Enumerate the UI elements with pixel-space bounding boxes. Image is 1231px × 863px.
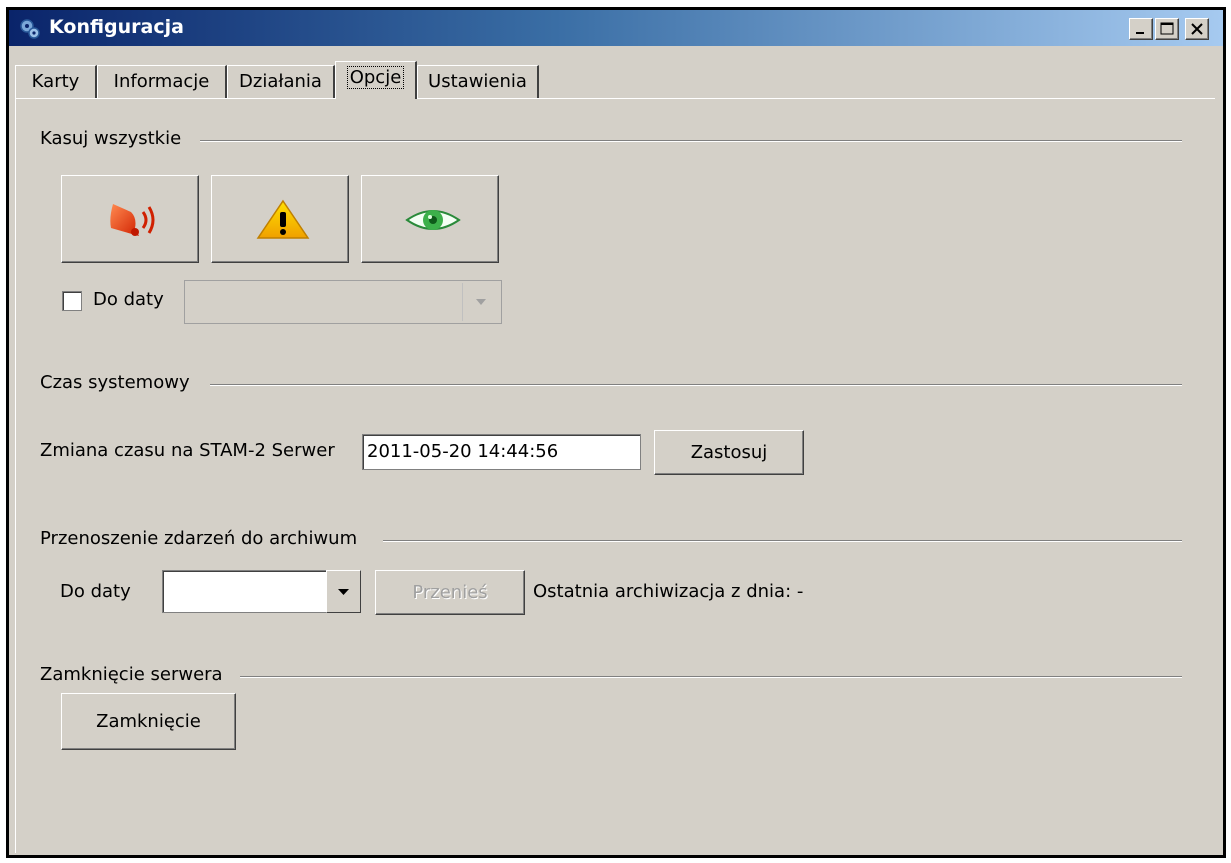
server-time-input[interactable]: 2011-05-20 14:44:56 [362,434,641,470]
change-time-label: Zmiana czasu na STAM-2 Serwer [40,440,335,461]
warning-icon [256,199,310,239]
minimize-button[interactable] [1129,18,1153,40]
tab-label: Działania [239,71,322,92]
section-shutdown-label: Zamknięcie serwera [40,664,231,685]
window-title: Konfiguracja [49,16,184,38]
apply-button[interactable]: Zastosuj [654,430,804,475]
close-button[interactable] [1185,18,1209,40]
tab-informacje[interactable]: Informacje [97,65,227,99]
minimize-icon [1136,32,1144,34]
section-divider [210,384,1182,386]
section-archive-label: Przenoszenie zdarzeń do archiwum [40,528,366,549]
chevron-down-icon [476,299,486,305]
section-divider [200,140,1182,142]
chevron-down-icon [338,589,349,595]
clear-alarms-button[interactable] [61,175,199,263]
tab-label: Opcje [346,66,405,89]
clear-observations-button[interactable] [361,175,499,263]
gears-icon [20,19,40,39]
clear-date-combo[interactable] [184,280,502,324]
to-date-checkbox-label: Do daty [93,289,164,310]
title-bar[interactable]: Konfiguracja [9,10,1223,46]
shutdown-button[interactable]: Zamknięcie [61,693,236,750]
maximize-icon [1160,22,1174,35]
move-to-archive-button[interactable]: Przenieś [375,570,525,615]
section-divider [240,676,1182,678]
close-icon [1191,23,1203,35]
tab-ustawienia[interactable]: Ustawienia [417,65,539,99]
maximize-button[interactable] [1155,18,1179,40]
archive-to-date-label: Do daty [60,581,131,602]
tab-label: Ustawienia [428,71,527,92]
eye-icon [405,210,461,230]
archive-date-input[interactable] [162,570,328,613]
last-archive-label: Ostatnia archiwizacja z dnia: - [533,581,804,602]
tab-label: Karty [31,71,80,92]
tab-karty[interactable]: Karty [15,65,97,99]
bell-alarm-icon [110,204,155,236]
clear-warnings-button[interactable] [211,175,349,263]
section-divider [383,540,1182,542]
section-clear-all-label: Kasuj wszystkie [40,128,190,149]
tab-dzialania[interactable]: Działania [227,65,335,99]
combo-arrow[interactable] [462,283,499,321]
archive-date-dropdown[interactable] [326,570,361,613]
section-system-time-label: Czas systemowy [40,372,198,393]
tab-label: Informacje [113,71,210,92]
to-date-checkbox[interactable] [62,291,82,311]
tab-opcje[interactable]: Opcje [335,61,417,99]
